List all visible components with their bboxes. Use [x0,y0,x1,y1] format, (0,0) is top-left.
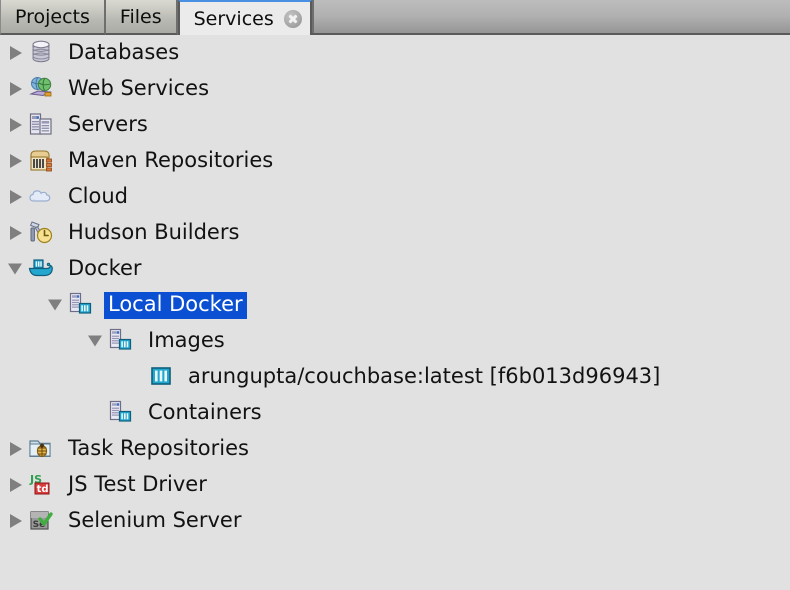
tree-item-servers[interactable]: Servers [0,107,790,143]
tree-item-local-docker[interactable]: Local Docker [0,287,790,323]
server-icon [28,111,56,139]
docker-whale-icon [28,255,56,283]
tree-item-label: Web Services [68,75,210,100]
js-test-driver-icon: JS td [28,471,56,499]
tree-item-label: JS Test Driver [68,471,207,496]
tree-item-selenium-server[interactable]: Se Selenium Server [0,503,790,539]
tree-item-label: Docker [68,255,142,280]
tree-item-web-services[interactable]: Web Services [0,71,790,107]
chevron-right-icon[interactable] [6,179,28,215]
tree-item-arungupta-couchbase-latest-f6b013d96943[interactable]: arungupta/couchbase:latest [f6b013d96943… [0,359,790,395]
docker-host-icon [108,327,136,355]
chevron-right-icon[interactable] [6,215,28,251]
chevron-right-icon[interactable] [6,143,28,179]
close-icon[interactable] [283,9,302,28]
tab-services[interactable]: Services [177,0,312,35]
chevron-right-icon[interactable] [6,107,28,143]
tree-item-label: Images [148,327,225,352]
task-repositories-icon [28,435,56,463]
tree-item-label: Maven Repositories [68,147,274,172]
tree-item-images[interactable]: Images [0,323,790,359]
docker-host-icon [108,399,136,427]
svg-text:td: td [37,484,49,495]
chevron-right-icon[interactable] [6,71,28,107]
tab-label: Services [193,7,274,30]
hudson-icon [28,219,56,247]
web-services-icon [28,75,56,103]
tree-item-label: Selenium Server [68,507,242,532]
tree-item-label: arungupta/couchbase:latest [f6b013d96943… [188,363,661,388]
tab-label: Files [119,5,162,28]
selenium-server-icon: Se [28,507,56,535]
chevron-right-icon[interactable] [6,503,28,539]
services-tree[interactable]: Databases Web Services Servers Maven Rep… [0,35,790,590]
tab-label: Projects [15,5,90,28]
tree-item-label: Servers [68,111,148,136]
tree-item-docker[interactable]: Docker [0,251,790,287]
docker-image-icon [148,363,176,391]
maven-icon [28,147,56,175]
tab-projects[interactable]: Projects [0,0,106,35]
docker-host-icon [68,291,96,319]
tree-item-databases[interactable]: Databases [0,35,790,71]
chevron-down-icon[interactable] [6,251,28,287]
cloud-icon [28,183,56,211]
tab-bar: Projects Files Services [0,0,790,35]
tree-item-label: Databases [68,39,180,64]
tree-item-js-test-driver[interactable]: JS td JS Test Driver [0,467,790,503]
tree-item-hudson-builders[interactable]: Hudson Builders [0,215,790,251]
tree-item-cloud[interactable]: Cloud [0,179,790,215]
tree-item-maven-repositories[interactable]: Maven Repositories [0,143,790,179]
chevron-right-icon[interactable] [6,467,28,503]
tab-files[interactable]: Files [105,0,178,35]
tree-item-label: Containers [148,399,262,424]
tree-item-task-repositories[interactable]: Task Repositories [0,431,790,467]
database-icon [28,39,56,67]
tree-item-containers[interactable]: Containers [0,395,790,431]
tree-item-label: Cloud [68,183,128,208]
tree-item-label: Local Docker [104,291,247,319]
tab-bar-filler [311,0,790,35]
tree-item-label: Task Repositories [68,435,249,460]
tree-item-label: Hudson Builders [68,219,240,244]
chevron-right-icon[interactable] [6,35,28,71]
chevron-down-icon[interactable] [86,323,108,359]
chevron-right-icon[interactable] [6,431,28,467]
chevron-down-icon[interactable] [46,287,68,323]
